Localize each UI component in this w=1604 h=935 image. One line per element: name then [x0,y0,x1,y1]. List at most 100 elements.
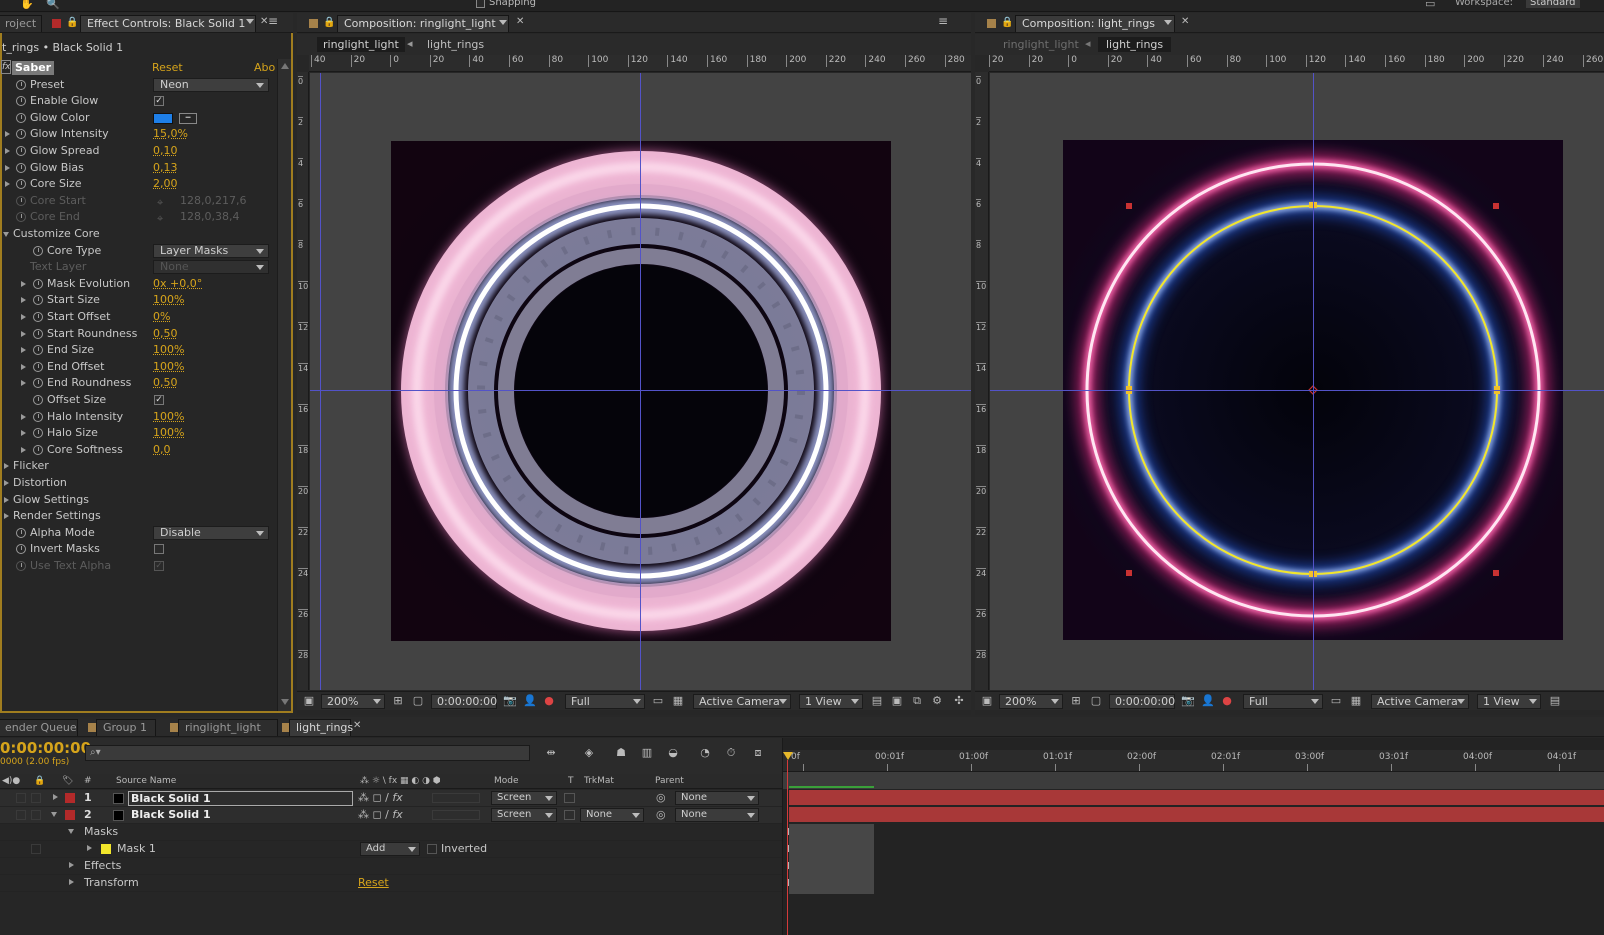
stopwatch-icon[interactable] [33,444,43,455]
flow-link[interactable]: light_rings [427,38,484,51]
layer-switches[interactable]: ⁂ ◻ / fx [358,790,403,806]
layer-parent-dropdown[interactable]: None [675,791,759,805]
solo-toggle[interactable] [31,810,41,820]
current-time-indicator[interactable] [783,752,793,760]
horizontal-ruler[interactable]: 20 20 0 20 40 60 80 100 120 140 160 180 200 220 240 260… [989,55,1604,72]
auto-keyframe-icon[interactable]: ⏱ [725,747,737,759]
layer-label-color[interactable] [65,793,75,803]
hide-shy-icon[interactable]: ☗ [615,747,627,759]
core-softness-value[interactable]: 0,0 [153,442,171,458]
group-render-settings[interactable]: Render Settings [0,508,276,525]
collapse-icon[interactable] [3,232,9,237]
stopwatch-icon[interactable] [33,428,43,439]
layer-name[interactable]: Black Solid 1 [131,807,211,823]
mask-mode-dropdown[interactable]: Add [360,842,420,856]
halo-intensity-value[interactable]: 100% [153,409,184,425]
header-source-name[interactable]: Source Name [116,774,176,788]
audio-visibility-icon[interactable]: ◀)● [2,774,20,788]
stopwatch-icon[interactable] [16,544,26,555]
panel-menu-icon[interactable]: ≡ [938,14,948,28]
offset-size-checkbox[interactable]: ✓ [154,395,164,405]
halo-size-value[interactable]: 100% [153,425,184,441]
stopwatch-icon[interactable] [33,312,43,322]
invert-masks-checkbox[interactable] [154,544,164,555]
core-type-dropdown[interactable]: Layer Masks [153,243,269,258]
stopwatch-icon[interactable] [33,345,43,356]
expand-icon[interactable] [4,463,9,470]
expand-transform-icon[interactable] [69,879,74,885]
layer-label-color[interactable] [65,810,75,820]
snapshot-icon[interactable]: 📷 [1181,695,1195,707]
expand-icon[interactable] [5,181,10,188]
end-size-value[interactable]: 100% [153,342,184,358]
transform-reset-link[interactable]: Reset [358,875,389,891]
layer-name[interactable]: Black Solid 1 [128,791,353,806]
stopwatch-icon[interactable] [16,96,26,107]
tab-dropdown-icon[interactable] [1164,20,1172,25]
flowchart-icon[interactable]: ⚙ [931,695,943,707]
stopwatch-icon[interactable] [16,79,26,90]
guide-vertical[interactable] [640,73,641,690]
motion-blur-icon[interactable]: ◒ [667,747,679,759]
safe-zones-icon[interactable]: ⊞ [1070,695,1082,707]
comp2-viewer[interactable] [990,73,1604,690]
view-layout-dropdown[interactable]: 1 View [1477,694,1541,709]
transparency-grid-icon[interactable]: ▦ [1350,695,1362,707]
transform-row[interactable]: Transform Reset [0,875,782,892]
layer-switch-boxes[interactable] [432,793,480,803]
guide-vertical[interactable] [1313,73,1314,690]
start-offset-value[interactable]: 0% [153,309,170,325]
alpha-mode-dropdown[interactable]: Disable [153,525,269,540]
layer-switches[interactable]: ⁂ ◻ / fx [358,807,403,823]
expand-mask-icon[interactable] [87,845,92,851]
fx-toggle-icon[interactable]: fx [1,60,11,74]
zoom-dropdown[interactable]: 200% [321,694,385,709]
parent-pickwhip-icon[interactable]: ◎ [656,790,666,806]
group-customize-core[interactable]: Customize Core [0,226,276,243]
mask-evolution-value[interactable]: 0x +0,0° [153,276,202,292]
vertical-ruler[interactable]: 0 2 4 6 8 10 12 14 16 18 20 22 24 26 28 [975,72,989,690]
stopwatch-icon[interactable] [16,527,26,538]
expand-icon[interactable] [4,480,9,486]
start-roundness-value[interactable]: 0,50 [153,326,178,342]
end-roundness-value[interactable]: 0,50 [153,375,178,391]
exposure-icon[interactable]: ✣ [953,695,965,707]
stopwatch-icon[interactable] [16,179,26,190]
effect-reset-link[interactable]: Reset [152,60,183,76]
view-layout-dropdown[interactable]: 1 View [799,694,863,709]
stopwatch-icon[interactable] [33,278,43,289]
expand-icon[interactable] [21,330,26,337]
camera-dropdown[interactable]: Active Camera [693,694,791,709]
layer-mode-dropdown[interactable]: Screen [491,791,557,805]
brainstorm-icon[interactable]: ◔ [699,747,711,759]
layer-row-1[interactable]: 1 Black Solid 1 ⁂ ◻ / fx Screen ◎ None [0,790,782,807]
snapshot-icon[interactable]: 📷 [503,695,517,707]
expand-icon[interactable] [5,131,10,138]
toggle-pixel-icon[interactable]: ▤ [1549,695,1561,707]
layer-row-2[interactable]: 2 Black Solid 1 ⁂ ◻ / fx Screen None ◎ N… [0,807,782,824]
mask-color-swatch[interactable] [101,844,111,854]
expand-icon[interactable] [21,380,26,387]
expand-icon[interactable] [4,496,9,503]
close-icon[interactable]: ✕ [516,16,524,27]
glow-intensity-value[interactable]: 15,0% [153,126,188,142]
channel-icon[interactable]: ● [1221,695,1233,707]
close-icon[interactable]: ✕ [353,720,361,731]
stopwatch-icon[interactable] [33,411,43,422]
tab-comp-lightrings[interactable]: Composition: light_rings [1015,15,1175,32]
scroll-down-icon[interactable] [281,699,289,705]
tab-effect-controls[interactable]: Effect Controls: Black Solid 1 [80,15,256,32]
flow-active[interactable]: ringlight_light [317,37,405,52]
show-snapshot-icon[interactable]: 👤 [1201,695,1215,707]
stopwatch-icon[interactable] [16,112,26,123]
layer-parent-dropdown[interactable]: None [675,808,759,822]
lock-column-icon[interactable]: 🔒 [34,774,45,788]
mask-visibility-icon[interactable]: ▢ [1090,695,1102,707]
current-time-field[interactable]: 0:00:00:00 [1109,694,1175,709]
comp-mini-flowchart-icon[interactable]: ⇹ [545,747,557,759]
expand-icon[interactable] [5,148,10,154]
fast-preview-icon[interactable]: ▣ [891,695,903,707]
current-time-field[interactable]: 0:00:00:00 [431,694,497,709]
glow-bias-value[interactable]: 0,13 [153,160,178,176]
collapse-masks-icon[interactable] [68,829,74,834]
